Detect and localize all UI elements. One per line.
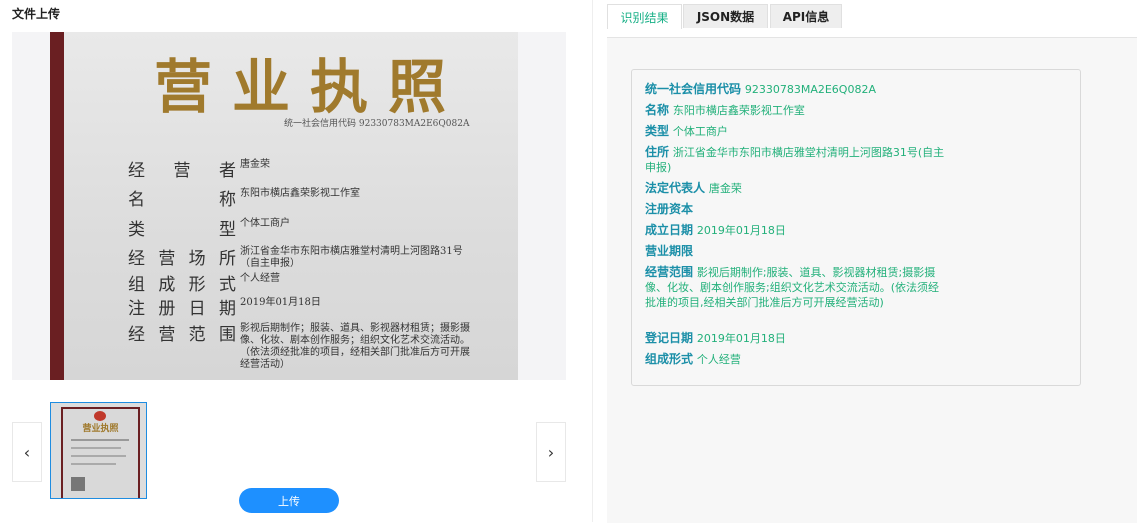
result-field: 成立日期 2019年01月18日 — [645, 223, 945, 238]
field-key: 住所 — [645, 145, 670, 159]
tab-json-data[interactable]: JSON数据 — [683, 4, 768, 28]
result-card: 统一社会信用代码 92330783MA2E6Q082A 名称 东阳市横店鑫荣影视… — [631, 69, 1081, 386]
field-key: 组成形式 — [645, 352, 694, 366]
field-key: 注册资本 — [645, 202, 694, 216]
qr-code-icon — [71, 477, 85, 491]
license-row-value: 个人经营 — [240, 273, 280, 284]
tab-api-info[interactable]: API信息 — [770, 4, 842, 28]
field-key: 法定代表人 — [645, 181, 706, 195]
upload-button[interactable]: 上传 — [239, 488, 339, 513]
license-row-label: 名称 — [128, 190, 236, 210]
license-row-label: 注册日期 — [128, 299, 236, 319]
thumbnail-title: 营业执照 — [82, 424, 119, 434]
thumbnail-line — [71, 455, 126, 457]
license-row-label: 组成形式 — [128, 275, 236, 295]
chevron-right-icon: › — [547, 442, 555, 462]
license-row-value: 浙江省金华市东阳市横店雅堂村清明上河图路31号（自主申报） — [240, 246, 463, 269]
field-value: 92330783MA2E6Q082A — [744, 83, 876, 96]
field-value: 个人经营 — [696, 353, 741, 366]
result-field: 名称 东阳市横店鑫荣影视工作室 — [645, 103, 945, 118]
field-key: 名称 — [645, 103, 670, 117]
license-row-label: 经营者 — [128, 161, 236, 181]
license-row-value: 个体工商户 — [240, 218, 290, 229]
panel-divider — [592, 0, 593, 522]
license-image: 营业执照 统一社会信用代码 92330783MA2E6Q082A 经营者 唐金荣… — [64, 32, 518, 380]
thumbnail-line — [71, 463, 116, 465]
field-key: 经营范围 — [645, 265, 694, 279]
thumbnail-line — [71, 439, 129, 441]
thumbnail-image: 营业执照 — [61, 407, 140, 498]
field-key: 成立日期 — [645, 223, 694, 237]
upload-panel: 文件上传 营业执照 统一社会信用代码 92330783MA2E6Q082A 经营… — [0, 0, 580, 522]
result-field: 注册资本 — [645, 202, 945, 217]
result-area: 统一社会信用代码 92330783MA2E6Q082A 名称 东阳市横店鑫荣影视… — [607, 37, 1137, 523]
result-field: 经营范围 影视后期制作;服装、道具、影视器材租赁;摄影摄像、化妆、剧本创作服务;… — [645, 265, 945, 310]
field-key: 登记日期 — [645, 331, 694, 345]
thumbnail[interactable]: 营业执照 — [50, 402, 147, 499]
next-button[interactable]: › — [536, 422, 566, 482]
field-value: 唐金荣 — [708, 182, 742, 195]
field-value: 2019年01月18日 — [696, 224, 786, 237]
field-value: 个体工商户 — [672, 125, 728, 138]
field-key: 类型 — [645, 124, 670, 138]
emblem-icon — [94, 411, 106, 421]
license-row-label: 经营范围 — [128, 325, 236, 345]
result-field: 类型 个体工商户 — [645, 124, 945, 139]
thumbnail-line — [71, 447, 121, 449]
license-code: 统一社会信用代码 92330783MA2E6Q082A — [284, 119, 470, 129]
image-preview: 营业执照 统一社会信用代码 92330783MA2E6Q082A 经营者 唐金荣… — [12, 32, 566, 380]
field-key: 统一社会信用代码 — [645, 82, 742, 96]
tab-recognition-result[interactable]: 识别结果 — [607, 4, 682, 29]
field-value: 东阳市横店鑫荣影视工作室 — [672, 104, 805, 117]
license-row-value: 影视后期制作；服装、道具、影视器材租赁；摄影摄像、化妆、剧本创作服务；组织文化艺… — [240, 323, 470, 370]
result-field: 统一社会信用代码 92330783MA2E6Q082A — [645, 82, 945, 97]
field-key: 营业期限 — [645, 244, 694, 258]
license-row-value: 唐金荣 — [240, 159, 270, 170]
result-field: 登记日期 2019年01月18日 — [645, 331, 945, 346]
license-row-value: 2019年01月18日 — [240, 297, 321, 308]
result-field: 住所 浙江省金华市东阳市横店雅堂村清明上河图路31号(自主申报) — [645, 145, 945, 175]
result-field: 营业期限 — [645, 244, 945, 259]
panel-title: 文件上传 — [12, 7, 61, 21]
field-value: 浙江省金华市东阳市横店雅堂村清明上河图路31号(自主申报) — [645, 146, 945, 174]
license-heading: 营业执照 — [154, 53, 467, 121]
license-row-label: 经营场所 — [128, 249, 236, 269]
result-field: 法定代表人 唐金荣 — [645, 181, 945, 196]
chevron-left-icon: ‹ — [23, 442, 31, 462]
license-row-label: 类型 — [128, 220, 236, 240]
field-value: 2019年01月18日 — [696, 332, 786, 345]
prev-button[interactable]: ‹ — [12, 422, 42, 482]
result-field: 组成形式 个人经营 — [645, 352, 945, 367]
license-row-value: 东阳市横店鑫荣影视工作室 — [240, 188, 360, 199]
